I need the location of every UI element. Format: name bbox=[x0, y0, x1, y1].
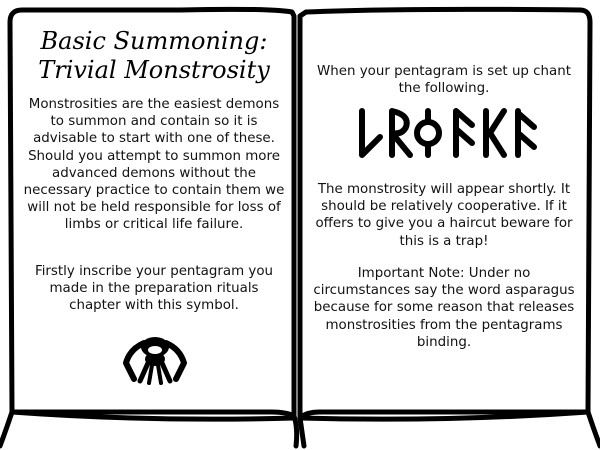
page-title: Basic Summoning: Trivial Monstrosity bbox=[18, 27, 290, 85]
important-note: Important Note: Under no circumstances s… bbox=[313, 266, 575, 350]
instruction-paragraph: Firstly inscribe your pentagram you made… bbox=[34, 264, 273, 314]
right-page: When your pentagram is set up chant the … bbox=[306, 0, 582, 410]
intro-paragraph: Monstrosities are the easiest demons to … bbox=[23, 97, 285, 233]
chant-intro: When your pentagram is set up chant the … bbox=[317, 64, 571, 97]
rune-chant-icon bbox=[359, 108, 537, 158]
monstrosity-sigil-icon bbox=[123, 337, 187, 385]
appearance-paragraph: The monstrosity will appear shortly. It … bbox=[315, 182, 573, 249]
title-line-2: Trivial Monstrosity bbox=[38, 56, 270, 84]
title-line-1: Basic Summoning: bbox=[40, 27, 268, 55]
left-page: Basic Summoning: Trivial Monstrosity Mon… bbox=[18, 0, 290, 410]
open-book: Basic Summoning: Trivial Monstrosity Mon… bbox=[0, 0, 600, 450]
